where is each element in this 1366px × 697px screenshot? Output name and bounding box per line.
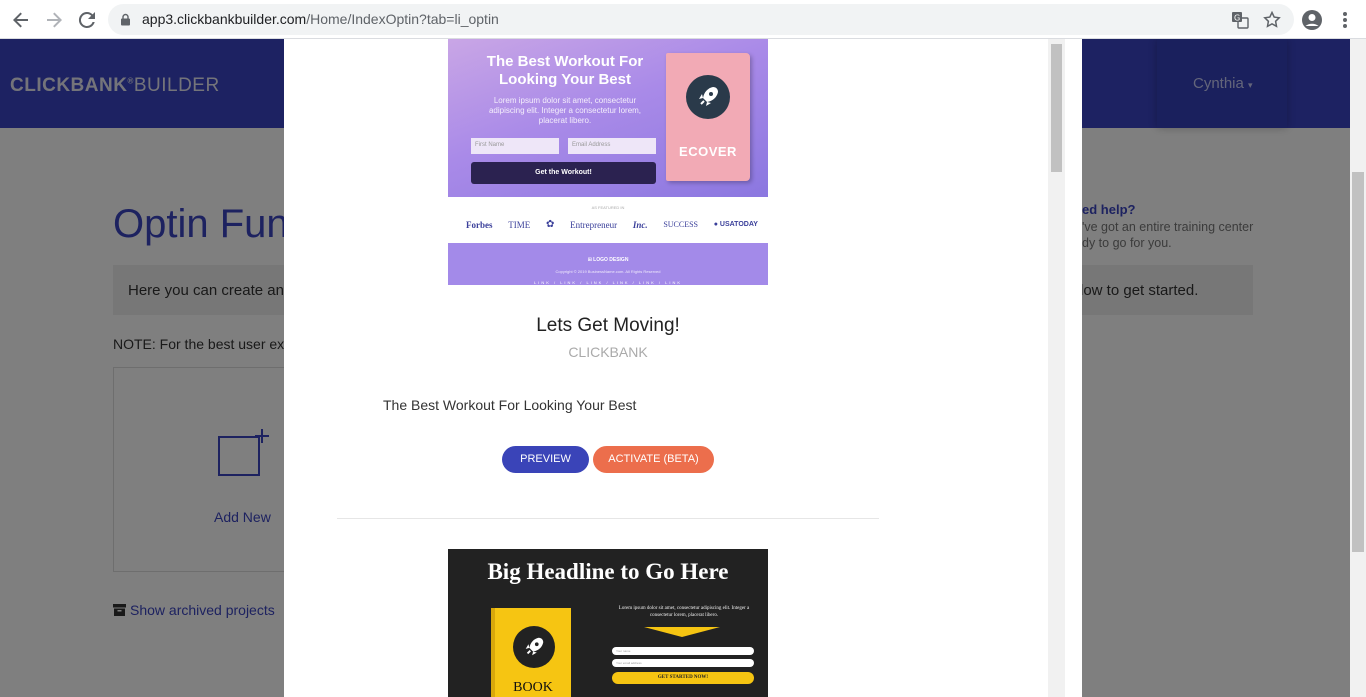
account-icon[interactable] [1300, 8, 1324, 32]
forward-icon[interactable] [42, 8, 66, 32]
preview-button[interactable]: PREVIEW [502, 446, 589, 473]
url-text: app3.clickbankbuilder.com/Home/IndexOpti… [142, 11, 499, 27]
book-label: BOOK [513, 680, 553, 695]
activate-beta-button[interactable]: ACTIVATE (BETA) [593, 446, 714, 473]
thumbnail-ecover: ECOVER [666, 53, 750, 181]
template-modal: The Best Workout For Looking Your Best L… [284, 39, 1082, 697]
thumbnail2-name-input: Your name [612, 647, 754, 655]
featured-logos: Forbes TIME ✿ Entrepreneur Inc. SUCCESS … [466, 219, 758, 230]
svg-text:G: G [1234, 14, 1240, 23]
thumbnail-first-name: First Name [471, 138, 559, 154]
logo-inc: Inc. [632, 219, 648, 230]
logo-nbc-icon: ✿ [545, 219, 555, 230]
thumbnail-cta: Get the Workout! [471, 162, 656, 184]
thumbnail2-cta: GET STARTED NOW! [612, 672, 754, 684]
template-thumbnail-book[interactable]: Big Headline to Go Here BOOK Lorem ipsum… [448, 549, 768, 697]
thumbnail-headline: The Best Workout For Looking Your Best [486, 53, 644, 88]
reload-icon[interactable] [75, 8, 99, 32]
lock-icon [121, 13, 130, 26]
logo-entrepreneur: Entrepreneur [570, 219, 618, 230]
thumbnail2-headline: Big Headline to Go Here [487, 559, 729, 584]
ecover-label: ECOVER [679, 144, 737, 159]
thumbnail2-text: Lorem ipsum dolor sit amet, consectetur … [618, 606, 750, 618]
chevron-down-icon [644, 627, 720, 637]
back-icon[interactable] [9, 8, 33, 32]
template-description: The Best Workout For Looking Your Best [383, 397, 637, 413]
logo-success: SUCCESS [663, 220, 698, 229]
featured-label: AS FEATURED IN [591, 205, 625, 210]
rocket-icon [686, 75, 730, 119]
bookmark-star-icon[interactable] [1260, 8, 1284, 32]
thumbnail-email: Email Address [568, 138, 656, 154]
thumbnail2-book: BOOK [491, 608, 571, 697]
template-title: Lets Get Moving! [536, 315, 680, 336]
footer-links: LINK / LINK / LINK / LINK / LINK / LINK [533, 280, 683, 285]
rocket-icon [513, 626, 555, 668]
browser-toolbar: app3.clickbankbuilder.com/Home/IndexOpti… [0, 0, 1366, 39]
logo-usatoday: ● USATODAY [713, 221, 758, 228]
footer-logo: ⊞ LOGO DESIGN [587, 257, 629, 263]
thumbnail-subtext: Lorem ipsum dolor sit amet, consectetur … [488, 96, 642, 125]
menu-kebab-icon[interactable] [1333, 8, 1357, 32]
thumbnail2-email-input: Your email address [612, 659, 754, 667]
logo-time: TIME [508, 219, 531, 230]
page-scrollbar[interactable] [1350, 39, 1366, 697]
footer-copyright: Copyright © 2019 BusinessName.com. All R… [555, 269, 661, 274]
translate-icon[interactable]: G [1228, 8, 1252, 32]
template-thumbnail-workout[interactable]: The Best Workout For Looking Your Best L… [448, 39, 768, 285]
item-divider [337, 518, 879, 519]
logo-forbes: Forbes [466, 219, 493, 230]
address-bar[interactable]: app3.clickbankbuilder.com/Home/IndexOpti… [108, 4, 1294, 35]
template-vendor: CLICKBANK [568, 344, 648, 360]
modal-scrollbar[interactable] [1048, 39, 1065, 697]
thumbnail-footer [448, 243, 768, 285]
